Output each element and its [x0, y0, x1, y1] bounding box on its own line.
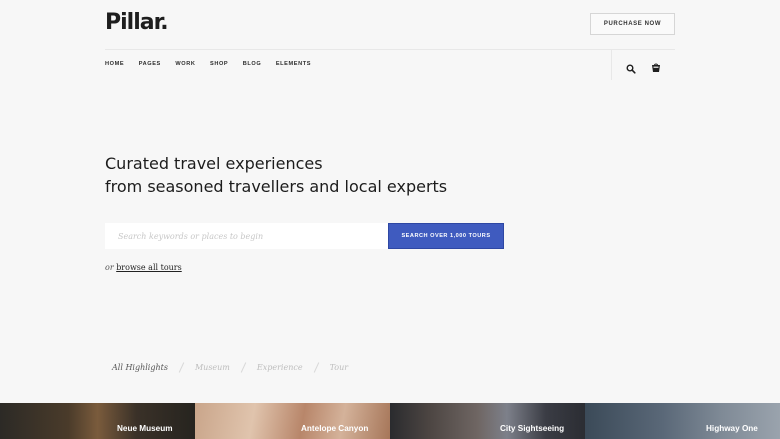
- tile-label: Antelope Canyon: [301, 424, 369, 433]
- nav-item-shop[interactable]: SHOP: [210, 61, 228, 67]
- filter-separator: [240, 362, 247, 373]
- tile-label: Highway One: [706, 424, 758, 433]
- tour-search-input[interactable]: [105, 223, 388, 249]
- search-icon[interactable]: [626, 61, 636, 74]
- tour-tile-antelope-canyon[interactable]: Antelope Canyon: [195, 403, 390, 439]
- tour-tile-highway-one[interactable]: Highway One: [585, 403, 780, 439]
- nav-item-home[interactable]: HOME: [105, 61, 124, 67]
- filter-museum[interactable]: Museum: [195, 363, 230, 372]
- tour-tile-city-sightseeing[interactable]: City Sightseeing: [390, 403, 585, 439]
- nav-item-pages[interactable]: PAGES: [139, 61, 161, 67]
- hero-title-line-1: Curated travel experiences: [105, 154, 323, 173]
- filter-experience[interactable]: Experience: [257, 363, 303, 372]
- browse-line: or browse all tours: [105, 263, 182, 272]
- nav-item-blog[interactable]: BLOG: [243, 61, 262, 67]
- filter-tour[interactable]: Tour: [330, 363, 349, 372]
- site-logo[interactable]: Pillar.: [105, 10, 169, 35]
- browse-prefix: or: [105, 263, 114, 272]
- tour-tiles: Neue Museum Antelope Canyon City Sightse…: [0, 403, 780, 439]
- nav-item-elements[interactable]: ELEMENTS: [276, 61, 311, 67]
- filter-separator: [178, 362, 185, 373]
- nav-divider: [611, 50, 612, 80]
- tile-label: City Sightseeing: [500, 424, 565, 433]
- nav-item-work[interactable]: WORK: [175, 61, 195, 67]
- filter-separator: [313, 362, 319, 373]
- hero-title: Curated travel experiences from seasoned…: [105, 152, 447, 198]
- header-divider: [105, 49, 675, 50]
- highlight-filters: All Highlights Museum Experience Tour: [112, 362, 348, 373]
- filter-all-highlights[interactable]: All Highlights: [112, 363, 168, 372]
- cart-icon[interactable]: [651, 60, 661, 72]
- browse-all-tours-link[interactable]: browse all tours: [116, 263, 182, 272]
- hero-title-line-2: from seasoned travellers and local exper…: [105, 177, 448, 196]
- tour-tile-neue-museum[interactable]: Neue Museum: [0, 403, 195, 439]
- purchase-now-button[interactable]: PURCHASE NOW: [590, 13, 675, 35]
- search-tours-button[interactable]: SEARCH OVER 1,000 TOURS: [388, 223, 504, 249]
- main-nav: HOME PAGES WORK SHOP BLOG ELEMENTS: [105, 61, 326, 67]
- tile-label: Neue Museum: [117, 424, 173, 433]
